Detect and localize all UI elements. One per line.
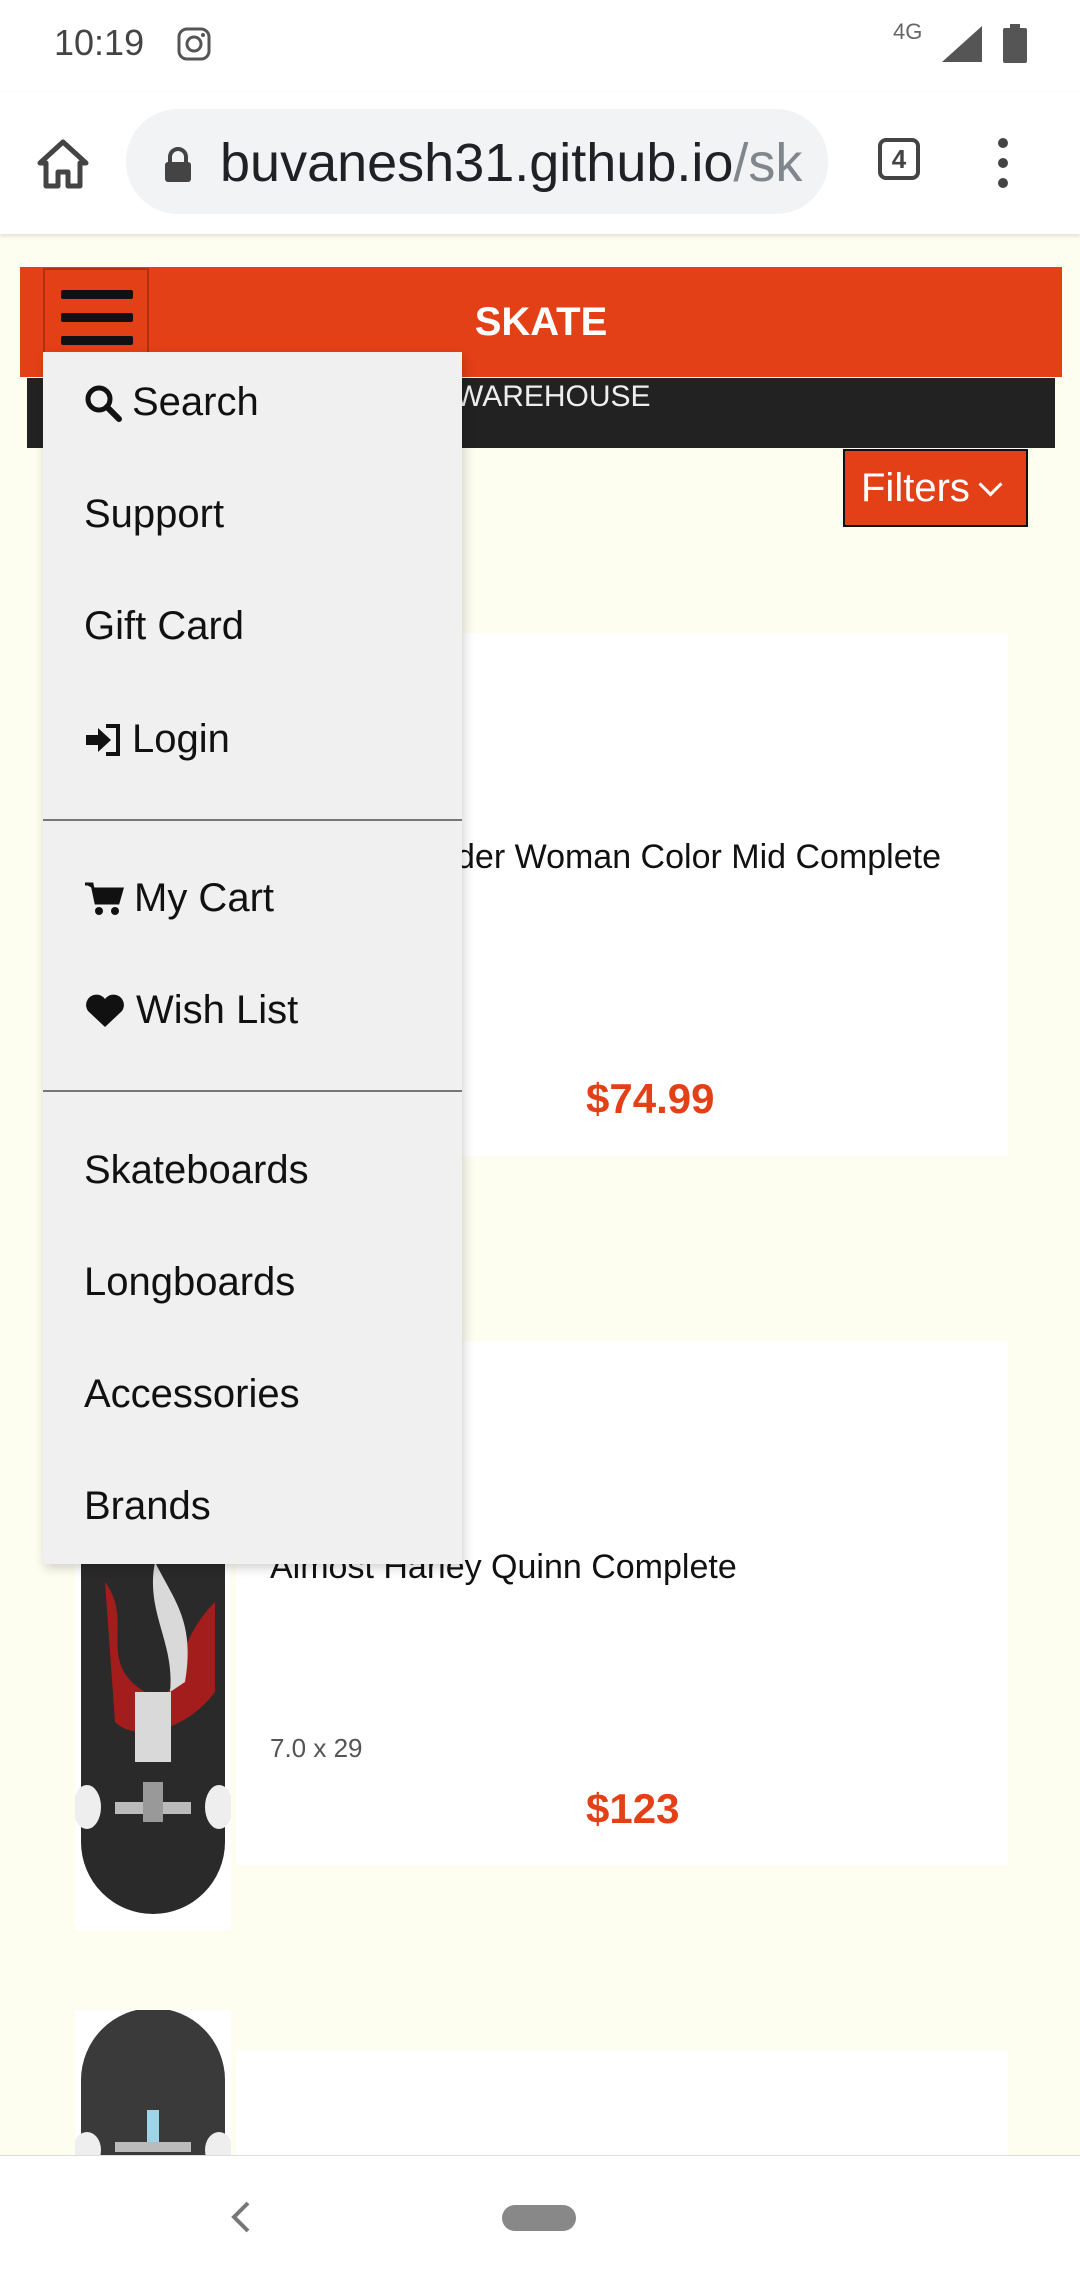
chevron-down-icon — [978, 472, 1003, 497]
menu-item-label: Support — [84, 492, 225, 536]
status-time: 10:19 — [54, 22, 145, 63]
menu-item-wish-list[interactable]: Wish List — [84, 988, 298, 1033]
tab-switcher-button[interactable]: 4 — [878, 138, 920, 180]
menu-item-label: Search — [132, 380, 259, 424]
menu-item-login[interactable]: Login — [84, 717, 230, 762]
filters-label: Filters — [861, 466, 970, 510]
search-icon — [85, 385, 122, 422]
home-pill[interactable] — [502, 2205, 576, 2231]
menu-item-label: Brands — [84, 1484, 211, 1528]
network-type: 4G — [893, 19, 923, 44]
menu-item-longboards[interactable]: Longboards — [84, 1260, 295, 1305]
menu-item-skateboards[interactable]: Skateboards — [84, 1148, 309, 1193]
product-price: $123 — [586, 1785, 680, 1832]
menu-item-my-cart[interactable]: My Cart — [84, 876, 274, 921]
menu-item-label: Gift Card — [84, 604, 245, 648]
menu-item-label: My Cart — [134, 876, 274, 920]
hamburger-icon — [61, 290, 133, 299]
menu-item-search[interactable]: Search — [84, 380, 259, 425]
product-image[interactable] — [75, 2010, 231, 2160]
menu-item-gift-card[interactable]: Gift Card — [84, 604, 244, 649]
product-image[interactable] — [75, 1542, 231, 1930]
url-text[interactable]: buvanesh31.github.io/sk — [220, 132, 810, 194]
menu-item-brands[interactable]: Brands — [84, 1484, 211, 1529]
back-icon[interactable] — [228, 2200, 256, 2234]
overflow-menu-icon[interactable] — [996, 138, 1010, 188]
cart-icon — [85, 882, 124, 915]
menu-item-label: Longboards — [84, 1260, 296, 1304]
signal-icon — [942, 26, 982, 62]
home-icon[interactable] — [36, 138, 90, 190]
instagram-icon — [177, 27, 211, 61]
menu-item-label: Skateboards — [84, 1148, 309, 1192]
sign-in-icon — [86, 723, 120, 756]
menu-divider — [43, 819, 462, 821]
heart-icon — [86, 994, 124, 1027]
status-bar — [0, 0, 1080, 92]
lock-icon — [165, 147, 191, 182]
filters-button[interactable]: Filters — [843, 449, 1028, 527]
product-price: $74.99 — [586, 1075, 715, 1122]
menu-item-label: Wish List — [136, 988, 299, 1032]
site-subtitle: WAREHOUSE — [455, 380, 651, 413]
menu-item-label: Login — [132, 717, 230, 761]
menu-item-support[interactable]: Support — [84, 492, 224, 537]
menu-divider — [43, 1090, 462, 1092]
url-path: /sk — [733, 133, 803, 193]
url-domain: buvanesh31.github.io — [220, 133, 734, 193]
product-name[interactable]: der Woman Color Mid Complete — [456, 838, 941, 877]
battery-icon — [1003, 24, 1027, 63]
menu-item-accessories[interactable]: Accessories — [84, 1372, 300, 1417]
menu-item-label: Accessories — [84, 1372, 300, 1416]
product-size: 7.0 x 29 — [270, 1733, 363, 1763]
